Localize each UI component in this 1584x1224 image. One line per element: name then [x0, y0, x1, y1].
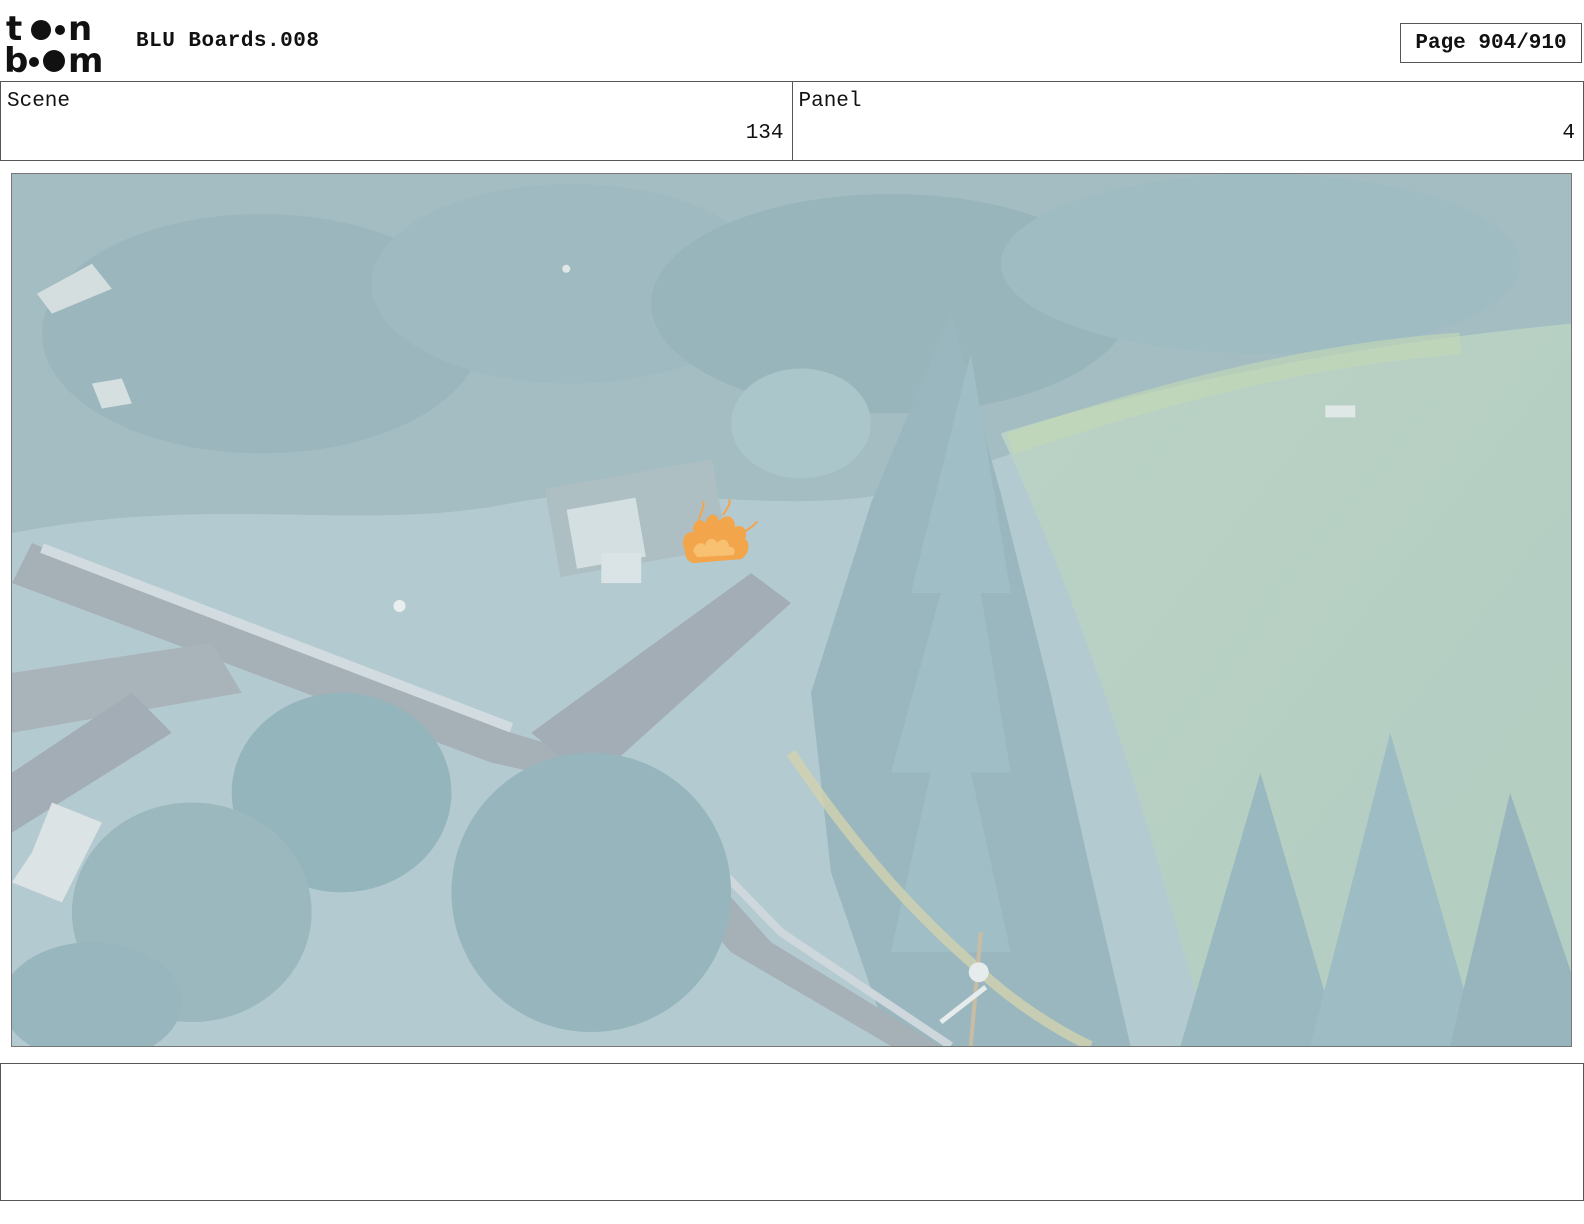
toon-boom-logo: t n b m — [4, 9, 116, 81]
storyboard-panel-image — [11, 173, 1572, 1047]
panel-label: Panel — [798, 90, 862, 113]
scene-label: Scene — [7, 90, 71, 113]
scene-cell: Scene 134 — [1, 82, 792, 160]
svg-text:m: m — [68, 41, 103, 76]
document-title: BLU Boards.008 — [136, 30, 320, 53]
aerial-forest-fire-illustration — [12, 174, 1571, 1046]
scene-panel-row: Scene 134 Panel 4 — [0, 81, 1584, 161]
panel-notes-area — [0, 1063, 1584, 1201]
scene-number: 134 — [745, 122, 784, 145]
panel-number: 4 — [1562, 122, 1575, 145]
svg-text:b: b — [4, 41, 28, 76]
logo-mark: t n b m — [4, 9, 103, 81]
panel-cell: Panel 4 — [791, 82, 1584, 160]
page-indicator: Page 904/910 — [1400, 23, 1582, 63]
